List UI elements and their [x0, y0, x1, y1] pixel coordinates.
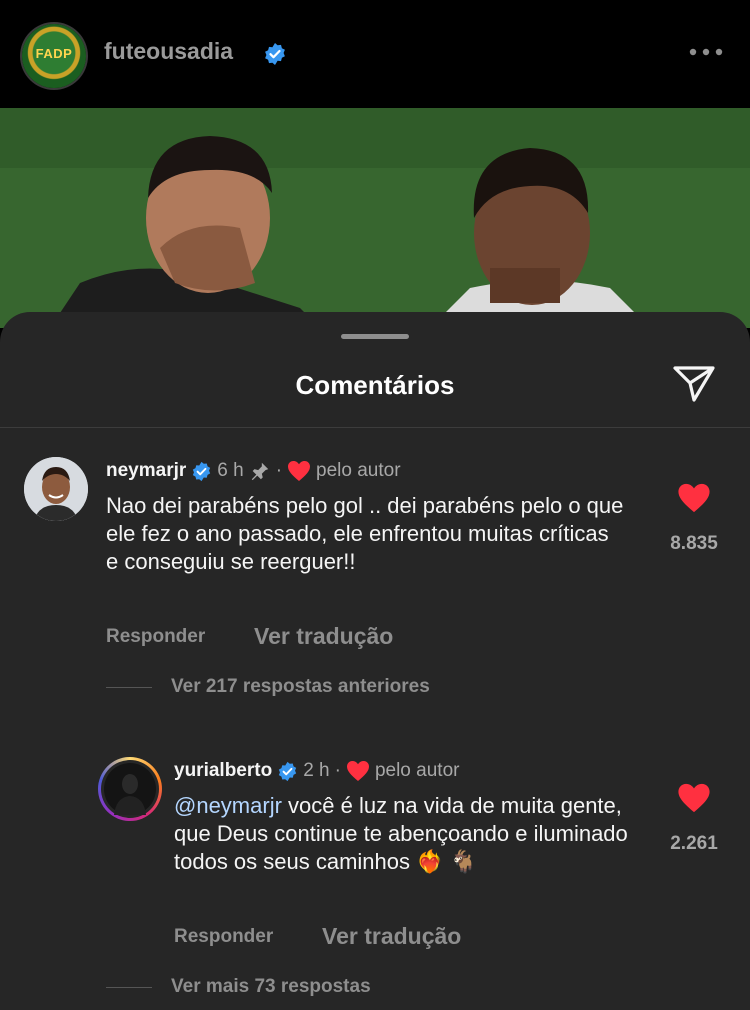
meta-separator: · — [275, 460, 283, 481]
view-more-replies-button[interactable]: Ver mais 73 respostas — [171, 976, 371, 998]
meta-separator: · — [334, 760, 341, 781]
drag-handle[interactable] — [341, 334, 409, 339]
view-replies-button[interactable]: Ver 217 respostas anteriores — [171, 676, 430, 698]
verified-badge-icon — [193, 461, 211, 481]
comment-text: @neymarjr você é luz na vida de muita ge… — [174, 792, 644, 876]
mention-link[interactable]: @neymarjr — [174, 793, 282, 818]
liked-by-author-label: pelo autor — [316, 460, 401, 481]
author-heart-icon — [346, 761, 369, 781]
comment-username[interactable]: yurialberto — [174, 760, 272, 782]
comment-time: 6 h — [217, 460, 244, 481]
like-count: 8.835 — [670, 533, 718, 554]
avatar-photo — [104, 763, 156, 815]
photo-illustration — [0, 108, 750, 328]
verified-badge-icon — [279, 761, 297, 781]
author-heart-icon — [288, 461, 311, 481]
account-name[interactable]: futeousadia — [104, 38, 233, 65]
more-options-icon[interactable] — [688, 44, 724, 60]
liked-by-author-label: pelo autor — [374, 760, 460, 781]
like-count: 2.261 — [670, 833, 718, 854]
avatar[interactable] — [24, 457, 88, 521]
account-logo[interactable]: FADP — [22, 24, 86, 88]
logo-text: FADP — [35, 46, 73, 61]
comment-emojis: ❤️‍🔥 🐐 — [416, 849, 478, 874]
post-photo[interactable] — [0, 108, 750, 328]
comment-username[interactable]: neymarjr — [106, 460, 186, 482]
thread-line — [106, 987, 152, 988]
reply-button[interactable]: Responder — [106, 626, 205, 648]
sheet-title: Comentários — [295, 370, 455, 400]
reply-button[interactable]: Responder — [174, 926, 273, 948]
comment-text: Nao dei parabéns pelo gol .. dei parabén… — [106, 493, 624, 574]
like-heart-icon[interactable] — [677, 782, 711, 814]
comment-meta: yurialberto 2 h · pelo autor — [174, 760, 459, 782]
sheet-divider — [0, 427, 750, 428]
comment-meta: neymarjr 6 h · pelo autor — [106, 460, 401, 482]
avatar[interactable] — [98, 757, 162, 821]
comments-sheet: Comentários neymarjr 6 h · pelo autor Na… — [0, 312, 750, 1010]
comment-time: 2 h — [303, 760, 330, 781]
post-header: FADP futeousadia — [0, 0, 750, 108]
thread-line — [106, 687, 152, 688]
pin-icon — [251, 462, 268, 481]
verified-badge-icon — [265, 43, 285, 65]
translate-button[interactable]: Ver tradução — [254, 623, 393, 650]
share-icon[interactable] — [672, 364, 716, 402]
translate-button[interactable]: Ver tradução — [322, 923, 461, 950]
avatar-photo — [24, 457, 88, 521]
like-heart-icon[interactable] — [677, 482, 711, 514]
